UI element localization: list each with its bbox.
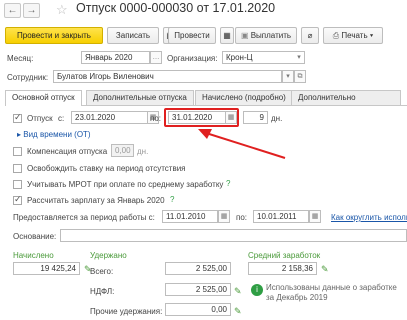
calc-salary-label: Рассчитать зарплату за Январь 2020 [27, 196, 165, 205]
calendar-icon: ▦ [311, 213, 319, 220]
ndfl-value: 2 525,00 [165, 283, 231, 296]
vacation-from-label: с: [58, 114, 65, 123]
other-withholdings-value: 0,00 [165, 303, 231, 316]
paperclip-icon: ⌀ [307, 31, 313, 40]
period-label: Предоставляется за период работы с: [13, 213, 155, 222]
avg-earnings-info: Использованы данные о заработке за Декаб… [266, 283, 397, 302]
dots-icon: … [152, 54, 160, 61]
vacation-from-field[interactable]: 23.01.2020 [71, 111, 148, 124]
tab-additional-vacations[interactable]: Дополнительные отпуска [86, 90, 194, 105]
save-button[interactable]: Записать [107, 27, 159, 44]
mrot-checkbox[interactable] [13, 180, 22, 189]
basis-field[interactable] [60, 229, 407, 242]
pencil-icon[interactable]: ✎ [234, 286, 244, 296]
vacation-days-field[interactable]: 9 [243, 111, 268, 124]
compensation-days-unit: дн. [137, 147, 149, 156]
period-from-field[interactable]: 11.01.2010 [162, 210, 218, 223]
time-type-link[interactable]: ▸ Вид времени (ОТ) [17, 130, 91, 139]
pencil-icon[interactable]: ✎ [234, 306, 244, 316]
withheld-total-label: Всего: [90, 267, 114, 276]
month-picker-button[interactable]: … [150, 51, 162, 64]
info-icon: i [251, 284, 263, 296]
employee-dropdown[interactable]: ▾ [282, 70, 294, 83]
vacation-days-unit: дн. [271, 114, 283, 123]
avg-earnings-label: Средний заработок [248, 251, 321, 260]
vacation-label: Отпуск [27, 114, 53, 123]
pay-button[interactable]: ▣ Выплатить [235, 27, 297, 44]
mrot-label: Учитывать МРОТ при оплате по среднему за… [27, 180, 224, 189]
month-label: Месяц: [7, 54, 34, 63]
avg-earnings-value: 2 158,36 [248, 262, 317, 275]
calendar-icon: ▦ [220, 213, 228, 220]
chevron-down-icon: ▾ [367, 31, 374, 40]
star-icon[interactable]: ☆ [56, 2, 68, 18]
organization-dropdown[interactable]: ▾ [293, 52, 305, 63]
vacation-to-label: по: [150, 114, 162, 123]
chevron-down-icon: ▾ [286, 73, 290, 80]
tab-additional[interactable]: Дополнительно [291, 90, 401, 105]
help-icon[interactable]: ? [226, 179, 230, 188]
table-icon-button[interactable]: ▦ [220, 27, 234, 44]
compensation-label: Компенсация отпуска [27, 147, 108, 156]
vacation-checkbox[interactable] [13, 112, 22, 123]
calendar-button-period-to[interactable]: ▦ [309, 210, 321, 223]
post-and-close-button[interactable]: Провести и закрыть [5, 27, 103, 44]
accrued-value: 19 425,24 [13, 262, 80, 275]
arrow-left-icon: ← [7, 5, 18, 16]
basis-label: Основание: [13, 232, 57, 241]
calc-salary-checkbox[interactable] [13, 194, 22, 205]
other-withholdings-label: Прочие удержания: [90, 307, 163, 316]
compensation-checkbox[interactable] [13, 147, 22, 156]
open-icon: ⧉ [297, 73, 303, 80]
back-button[interactable]: ← [4, 3, 21, 18]
arrow-right-icon: → [26, 5, 37, 16]
accrued-label: Начислено [13, 251, 54, 260]
rounding-link[interactable]: Как округлить исполь [331, 213, 407, 222]
pencil-icon[interactable]: ✎ [321, 264, 331, 274]
print-button[interactable]: ⎙ Печать ▾ [323, 27, 383, 44]
organization-label: Организация: [167, 54, 218, 63]
compensation-days-field[interactable]: 0,00 [111, 144, 134, 157]
employee-label: Сотрудник: [7, 73, 49, 82]
calendar-button-period-from[interactable]: ▦ [218, 210, 230, 223]
pay-icon: ▣ [240, 31, 251, 40]
tab-accrued-detailed[interactable]: Начислено (подробно) [195, 90, 293, 105]
table-icon: ▦ [223, 31, 231, 40]
free-rate-label: Освобождить ставку на период отсутствия [27, 164, 186, 173]
month-field[interactable]: Январь 2020 [81, 51, 150, 64]
annotation-arrow-icon [198, 129, 286, 159]
employee-open-button[interactable]: ⧉ [294, 70, 306, 83]
withheld-label: Удержано [90, 251, 127, 260]
post-button[interactable]: Провести [168, 27, 216, 44]
employee-field[interactable]: Булатов Игорь Виленович [53, 70, 282, 83]
free-rate-checkbox[interactable] [13, 164, 22, 173]
attach-button[interactable]: ⌀ [301, 27, 319, 44]
page-title: Отпуск 0000-000030 от 17.01.2020 [76, 1, 276, 15]
chevron-down-icon: ▾ [297, 54, 301, 61]
period-to-field[interactable]: 10.01.2011 [253, 210, 309, 223]
tab-main-vacation[interactable]: Основной отпуск [5, 90, 82, 106]
withheld-total-value: 2 525,00 [165, 262, 231, 275]
help-icon[interactable]: ? [170, 195, 174, 204]
period-to-label: по: [236, 213, 248, 222]
ndfl-label: НДФЛ: [90, 287, 115, 296]
forward-button[interactable]: → [23, 3, 40, 18]
